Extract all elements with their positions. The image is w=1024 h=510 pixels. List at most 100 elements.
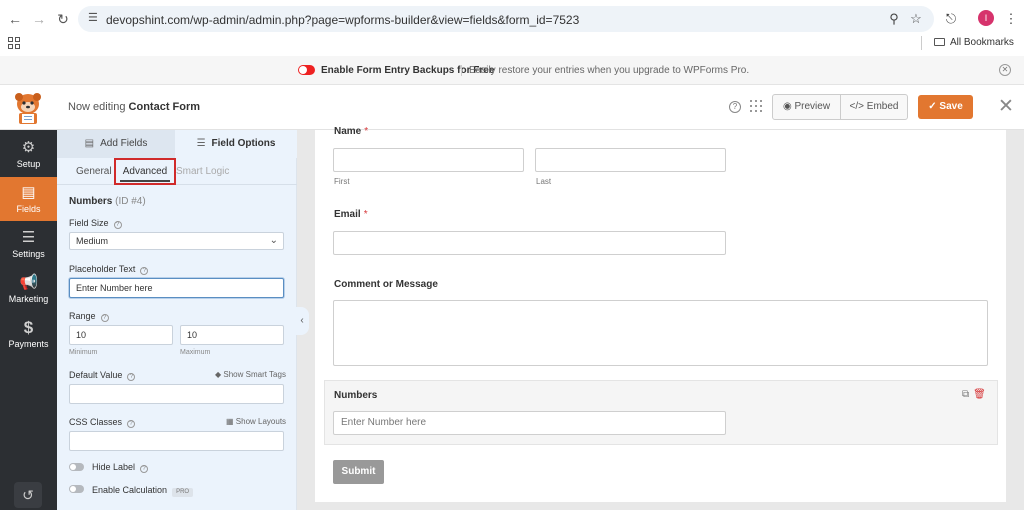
field-size-label: Field Size?	[69, 218, 122, 229]
field-name: Numbers	[69, 196, 113, 207]
site-info-icon[interactable]: ☰	[88, 12, 100, 24]
help-icon[interactable]: ?	[140, 267, 149, 275]
enable-calculation-toggle[interactable]	[69, 485, 84, 493]
field-size-select[interactable]: Medium ⌄	[69, 232, 284, 250]
bookmarks-divider	[921, 36, 922, 50]
zoom-icon[interactable]: ⚲	[886, 11, 902, 27]
sidebar-item-marketing[interactable]: 📢 Marketing	[0, 267, 57, 311]
embed-button[interactable]: </> Embed	[841, 95, 907, 119]
sidebar-item-fields[interactable]: ▤ Fields	[0, 177, 57, 221]
help-icon[interactable]: ?	[100, 314, 109, 322]
gear-icon: ⚙	[21, 139, 36, 156]
css-classes-input[interactable]	[69, 431, 284, 451]
sidebar-item-payments[interactable]: $ Payments	[0, 312, 57, 356]
last-name-input[interactable]	[535, 148, 726, 172]
check-icon: ✓	[928, 101, 937, 112]
sidebar-item-label: Payments	[8, 339, 49, 349]
save-button[interactable]: ✓ Save	[918, 95, 973, 119]
name-field-label: Name *	[334, 126, 368, 137]
chevron-down-icon: ⌄	[269, 235, 278, 246]
tab-field-options[interactable]: ☰ Field Options	[175, 130, 297, 158]
hide-label-toggle[interactable]	[69, 463, 84, 471]
browser-chrome: ← → ↻ ☰ devopshint.com/wp-admin/admin.ph…	[0, 0, 1024, 56]
show-smart-tags-link[interactable]: ◆ Show Smart Tags	[215, 370, 286, 379]
wpforms-logo	[15, 93, 41, 124]
tab-add-fields[interactable]: ▤ Add Fields	[57, 130, 175, 158]
show-layouts-link[interactable]: ▦ Show Layouts	[226, 417, 286, 426]
panel-tabs: ▤ Add Fields ☰ Field Options	[57, 130, 297, 158]
range-label: Range?	[69, 311, 109, 322]
trash-icon[interactable]: 🗑	[973, 389, 986, 400]
forward-arrow-icon[interactable]: →	[30, 10, 48, 28]
css-classes-label-text: CSS Classes	[69, 417, 123, 427]
fields-icon: ▤	[21, 184, 36, 201]
numbers-field-label: Numbers	[334, 390, 378, 401]
help-icon[interactable]: ?	[127, 420, 136, 428]
notice-text: Easily restore your entries when you upg…	[469, 65, 750, 76]
save-label: Save	[939, 101, 963, 112]
required-mark: *	[364, 126, 369, 137]
range-label-text: Range	[69, 311, 96, 321]
backup-toggle[interactable]	[298, 65, 315, 75]
range-max-input[interactable]: 10	[180, 325, 284, 345]
menu-kebab-icon[interactable]: ⋮	[1002, 10, 1020, 28]
preview-embed-group: ◉ Preview </> Embed	[772, 94, 908, 120]
close-builder-icon[interactable]: ✕	[997, 97, 1015, 117]
placeholder-input[interactable]: Enter Number here	[69, 278, 284, 298]
preview-button[interactable]: ◉ Preview	[773, 95, 841, 119]
help-icon[interactable]: ?	[729, 101, 741, 113]
required-mark: *	[363, 209, 368, 220]
help-icon[interactable]: ?	[140, 465, 149, 473]
profile-avatar[interactable]: I	[978, 10, 994, 26]
subtab-smart-logic[interactable]: Smart Logic	[176, 166, 229, 177]
enable-calculation-text: Enable Calculation	[92, 485, 168, 495]
submit-button[interactable]: Submit	[333, 460, 384, 484]
field-size-label-text: Field Size	[69, 218, 109, 228]
apps-grid-icon[interactable]	[8, 37, 20, 49]
eye-icon: ◉	[782, 101, 792, 112]
default-value-input[interactable]	[69, 384, 284, 404]
dollar-icon: $	[23, 318, 34, 337]
last-sublabel: Last	[536, 177, 552, 186]
field-title: Numbers (ID #4)	[69, 196, 146, 207]
back-arrow-icon[interactable]: ←	[6, 10, 24, 28]
sidebar-item-setup[interactable]: ⚙ Setup	[0, 132, 57, 176]
backup-notice-bar: Enable Form Entry Backups for Free Easil…	[0, 56, 1024, 85]
collapse-panel-chevron-icon[interactable]: ‹	[295, 307, 309, 335]
embed-label: Embed	[866, 101, 899, 112]
first-name-input[interactable]	[333, 148, 524, 172]
subtab-general[interactable]: General	[76, 166, 112, 177]
range-min-input[interactable]: 10	[69, 325, 173, 345]
duplicate-icon[interactable]: ⧉	[962, 389, 969, 400]
code-icon: </>	[849, 101, 864, 112]
url-text[interactable]: devopshint.com/wp-admin/admin.php?page=w…	[106, 13, 579, 27]
numbers-input[interactable]: Enter Number here	[333, 411, 726, 435]
tag-icon: ◆	[215, 370, 222, 379]
sliders-icon: ☰	[21, 229, 36, 246]
show-smart-tags-label: Show Smart Tags	[223, 370, 286, 379]
sliders-icon: ☰	[196, 138, 206, 149]
comment-field-label: Comment or Message	[334, 279, 438, 290]
all-bookmarks-link[interactable]: All Bookmarks	[934, 37, 1014, 48]
sidebar-item-settings[interactable]: ☰ Settings	[0, 222, 57, 266]
css-classes-label: CSS Classes?	[69, 417, 136, 428]
field-options-panel: ▤ Add Fields ☰ Field Options General Smart…	[57, 130, 297, 510]
placeholder-label: Placeholder Text?	[69, 264, 149, 275]
all-bookmarks-label: All Bookmarks	[950, 37, 1014, 48]
address-bar[interactable]: ☰ devopshint.com/wp-admin/admin.php?page…	[78, 6, 934, 32]
revisions-history-icon[interactable]: ↺	[14, 482, 42, 508]
subtab-advanced[interactable]: Advanced	[114, 158, 176, 185]
preview-label: Preview	[794, 101, 831, 112]
reload-icon[interactable]: ↻	[54, 10, 72, 28]
email-label-text: Email	[334, 209, 361, 220]
help-icon[interactable]: ?	[113, 221, 122, 229]
bookmark-star-icon[interactable]: ☆	[908, 11, 924, 27]
templates-grid-icon[interactable]	[750, 100, 762, 112]
comment-textarea[interactable]	[333, 300, 988, 366]
help-icon[interactable]: ?	[127, 373, 136, 381]
extensions-icon[interactable]: ⎋	[942, 10, 960, 28]
folder-icon	[934, 38, 945, 46]
close-notice-icon[interactable]: ✕	[999, 64, 1011, 76]
first-sublabel: First	[334, 177, 350, 186]
email-input[interactable]	[333, 231, 726, 255]
